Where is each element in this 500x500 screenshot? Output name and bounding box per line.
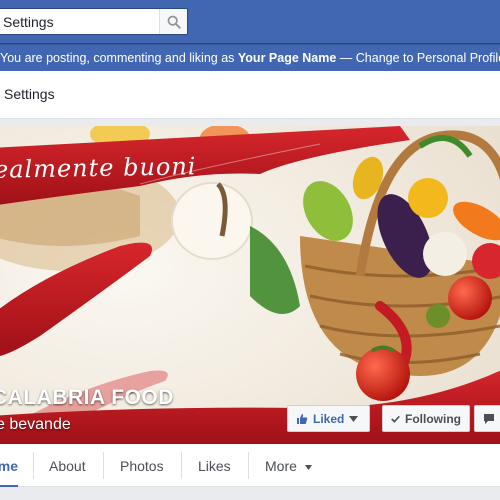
page-title[interactable]: CALABRIA FOOD — [0, 386, 174, 410]
page-background — [0, 487, 500, 500]
chevron-down-icon — [349, 415, 359, 422]
tab-likes[interactable]: Likes — [198, 444, 231, 487]
following-label: Following — [405, 411, 461, 426]
checkmark-icon — [391, 415, 400, 423]
tab-home-label: Home — [0, 458, 18, 474]
search-input[interactable] — [0, 9, 154, 34]
tab-about[interactable]: About — [49, 444, 86, 487]
message-icon — [484, 413, 494, 424]
liked-button[interactable]: Liked — [287, 405, 370, 432]
posting-as-page-name[interactable]: Your Page Name — [238, 51, 336, 65]
settings-link[interactable]: Settings — [4, 86, 55, 102]
tab-more-label: More — [265, 458, 297, 474]
cover-tagline: ealmente buoni — [0, 152, 197, 184]
tab-divider — [248, 452, 249, 479]
page-tabs: Home About Photos Likes More — [0, 444, 500, 488]
top-navigation-bar — [0, 0, 500, 44]
tab-home[interactable]: Home — [0, 444, 18, 488]
chevron-down-icon — [304, 464, 312, 470]
tab-likes-label: Likes — [198, 458, 231, 474]
search-button[interactable] — [159, 9, 187, 34]
tab-divider — [181, 452, 182, 479]
tab-about-label: About — [49, 458, 86, 474]
liked-label: Liked — [313, 411, 345, 426]
change-profile-link[interactable]: — Change to Personal Profile — [336, 51, 500, 65]
search-icon — [167, 15, 181, 29]
page-category[interactable]: e bevande — [0, 416, 71, 434]
thumbs-up-icon — [297, 413, 308, 424]
posting-as-banner: You are posting, commenting and liking a… — [0, 44, 500, 71]
tab-divider — [103, 452, 104, 479]
tab-photos[interactable]: Photos — [120, 444, 164, 487]
following-button[interactable]: Following — [382, 405, 470, 432]
message-button[interactable] — [474, 405, 500, 432]
posting-as-text: You are posting, commenting and liking a… — [0, 51, 238, 65]
tab-divider — [33, 452, 34, 479]
page-admin-bar: Settings — [0, 71, 500, 119]
tab-more[interactable]: More — [265, 444, 312, 487]
tab-photos-label: Photos — [120, 458, 164, 474]
search-box[interactable] — [0, 8, 188, 35]
